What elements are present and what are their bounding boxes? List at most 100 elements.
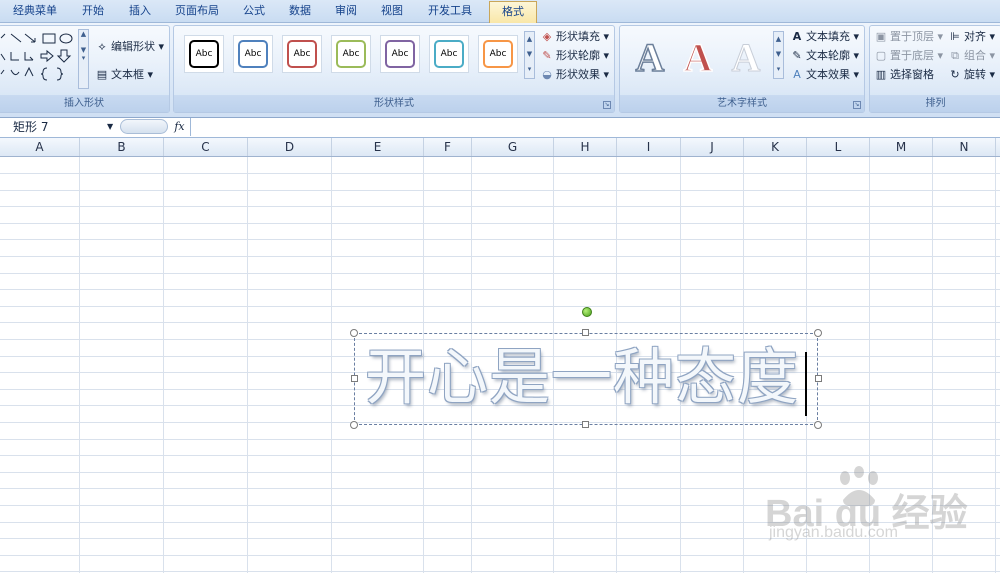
edit-points-icon: ⟡	[98, 40, 106, 53]
column-header-j[interactable]: J	[681, 138, 744, 156]
column-header-c[interactable]: C	[164, 138, 248, 156]
tab-home[interactable]: 开始	[70, 0, 116, 22]
tab-classic-menu[interactable]: 经典菜单	[6, 0, 64, 22]
grid-row-line	[0, 223, 1000, 224]
group-button[interactable]: ⧉ 组合 ▾	[948, 47, 995, 65]
shape-style-aqua[interactable]: Abc	[429, 35, 469, 73]
insert-function-icon[interactable]: fx	[170, 118, 189, 136]
tab-formulas[interactable]: 公式	[236, 0, 272, 22]
shape-wordart-text[interactable]: 开心是一种态度	[365, 340, 799, 416]
wordart-style-outline[interactable]: A	[628, 35, 672, 81]
group-arrange: ▣ 置于顶层 ▾ ▢ 置于底层 ▾ ▥ 选择窗格 ⊫ 对齐 ▾ ⧉ 组合 ▾ ↻ 旋转 ▾ …	[869, 25, 1000, 113]
shape-style-purple[interactable]: Abc	[380, 35, 420, 73]
column-header-b[interactable]: B	[80, 138, 164, 156]
rotate-button[interactable]: ↻ 旋转 ▾	[948, 66, 995, 84]
column-header-f[interactable]: F	[424, 138, 472, 156]
column-header-i[interactable]: I	[617, 138, 681, 156]
grid-row-line	[0, 322, 1000, 323]
text-box-button[interactable]: ▤ 文本框 ▾	[95, 66, 153, 84]
tab-review[interactable]: 审阅	[328, 0, 364, 22]
resize-handle-bottom-left[interactable]	[350, 421, 358, 429]
formula-bar: 矩形 7 ▼ fx	[0, 118, 1000, 138]
text-cursor	[805, 352, 807, 416]
group-label-wordart-styles: 艺术字样式	[620, 95, 864, 112]
group-label-insert-shapes: 插入形状	[0, 95, 169, 112]
column-header-n[interactable]: N	[933, 138, 996, 156]
group-wordart-styles: A A A ▲ ▼ ▾ A 文本填充 ▾ ✎ 文本轮廓 ▾ A 文本效果 ▾ 艺术字样式 …	[619, 25, 865, 113]
group-shape-styles: Abc Abc Abc Abc Abc Abc Abc ▲ ▼ ▾ ◈ 形状填充 ▾ …	[173, 25, 615, 113]
column-header-g[interactable]: G	[472, 138, 554, 156]
shape-fill-button[interactable]: ◈ 形状填充 ▾	[540, 28, 609, 46]
shape-style-black[interactable]: Abc	[184, 35, 224, 73]
shape-styles-scrollbar[interactable]: ▲ ▼ ▾	[524, 31, 535, 79]
column-header-k[interactable]: K	[744, 138, 807, 156]
formula-bar-resize-handle[interactable]	[120, 119, 168, 134]
shape-style-green[interactable]: Abc	[331, 35, 371, 73]
grid-row-line	[0, 206, 1000, 207]
selection-pane-button[interactable]: ▥ 选择窗格	[874, 66, 934, 84]
wordart-style-light[interactable]: A	[724, 35, 768, 80]
text-effects-button[interactable]: A 文本效果 ▾	[790, 66, 859, 84]
shape-style-orange[interactable]: Abc	[478, 35, 518, 73]
shape-style-blue[interactable]: Abc	[233, 35, 273, 73]
grid-column-line	[79, 157, 80, 573]
resize-handle-top-left[interactable]	[350, 329, 358, 337]
edit-shape-button[interactable]: ⟡ 编辑形状 ▾	[95, 38, 164, 56]
grid-row-line	[0, 173, 1000, 174]
name-box-dropdown-icon[interactable]: ▼	[107, 118, 117, 136]
resize-handle-top[interactable]	[582, 329, 589, 336]
rotation-handle[interactable]	[582, 307, 592, 317]
group-label-arrange: 排列	[870, 95, 1000, 112]
shape-effects-button[interactable]: ◒ 形状效果 ▾	[540, 66, 609, 84]
formula-input[interactable]	[190, 118, 1000, 136]
resize-handle-left[interactable]	[351, 375, 358, 382]
column-header-l[interactable]: L	[807, 138, 870, 156]
resize-handle-top-right[interactable]	[814, 329, 822, 337]
selection-pane-icon: ▥	[875, 68, 887, 81]
grid-row-line	[0, 455, 1000, 456]
text-fill-button[interactable]: A 文本填充 ▾	[790, 28, 859, 46]
wordart-style-red[interactable]: A	[676, 35, 720, 81]
wordart-scrollbar[interactable]: ▲ ▼ ▾	[773, 31, 784, 79]
text-effects-icon: A	[793, 68, 801, 81]
ribbon-tab-bar: 经典菜单 开始 插入 页面布局 公式 数据 审阅 视图 开发工具 格式	[0, 0, 1000, 23]
name-box[interactable]: 矩形 7	[0, 118, 118, 136]
shapes-gallery[interactable]	[0, 30, 79, 88]
column-headers: A B C D E F G H I J K L M N	[0, 138, 1000, 157]
align-button[interactable]: ⊫ 对齐 ▾	[948, 28, 995, 46]
column-header-e[interactable]: E	[332, 138, 424, 156]
column-header-m[interactable]: M	[870, 138, 933, 156]
ribbon: ▲ ▼ ▾ ⟡ 编辑形状 ▾ ▤ 文本框 ▾ 插入形状 Abc Abc Abc Abc …	[0, 23, 1000, 118]
tab-format[interactable]: 格式	[489, 1, 537, 23]
selected-rectangle-shape[interactable]: 开心是一种态度	[354, 333, 818, 425]
text-box-icon: ▤	[96, 68, 108, 81]
column-header-a[interactable]: A	[0, 138, 80, 156]
shape-outline-button[interactable]: ✎ 形状轮廓 ▾	[540, 47, 609, 65]
tab-view[interactable]: 视图	[374, 0, 410, 22]
column-header-h[interactable]: H	[554, 138, 617, 156]
wordart-dialog-launcher[interactable]: ↘	[853, 101, 861, 109]
tab-data[interactable]: 数据	[282, 0, 318, 22]
watermark-url-text: jingyan.baidu.com	[769, 524, 898, 541]
align-icon: ⊫	[950, 30, 960, 43]
resize-handle-bottom[interactable]	[582, 421, 589, 428]
tab-insert[interactable]: 插入	[120, 0, 160, 22]
rotate-icon: ↻	[950, 68, 960, 81]
tab-page-layout[interactable]: 页面布局	[166, 0, 228, 22]
paint-bucket-icon: ◈	[542, 30, 552, 43]
shape-styles-dialog-launcher[interactable]: ↘	[603, 101, 611, 109]
resize-handle-right[interactable]	[815, 375, 822, 382]
effects-icon: ◒	[542, 68, 552, 81]
bring-to-front-button[interactable]: ▣ 置于顶层 ▾	[874, 28, 943, 46]
column-header-d[interactable]: D	[248, 138, 332, 156]
text-outline-button[interactable]: ✎ 文本轮廓 ▾	[790, 47, 859, 65]
shapes-scrollbar[interactable]: ▲ ▼ ▾	[78, 29, 89, 89]
resize-handle-bottom-right[interactable]	[814, 421, 822, 429]
group-icon: ⧉	[951, 49, 959, 62]
send-to-back-button[interactable]: ▢ 置于底层 ▾	[874, 47, 943, 65]
text-fill-icon: A	[792, 30, 802, 43]
grid-column-line	[163, 157, 164, 573]
group-label-shape-styles: 形状样式	[174, 95, 614, 112]
tab-developer[interactable]: 开发工具	[420, 0, 480, 22]
shape-style-red[interactable]: Abc	[282, 35, 322, 73]
